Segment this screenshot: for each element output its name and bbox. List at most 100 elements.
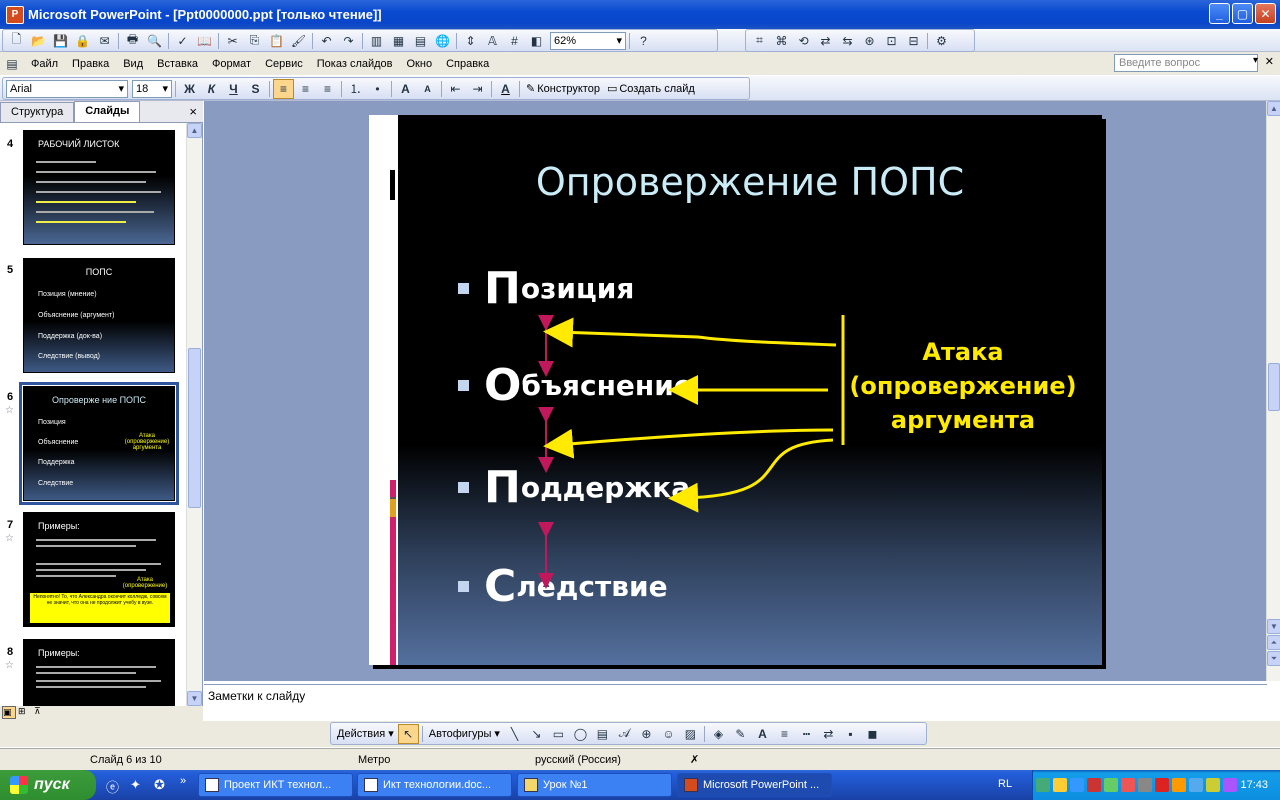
tray-icon[interactable] — [1172, 778, 1186, 792]
new-slide-button[interactable]: ▭ Создать слайд — [604, 82, 698, 96]
insert-chart-icon[interactable]: ▥ — [366, 31, 387, 51]
task-lesson-folder[interactable]: Урок №1 — [517, 773, 672, 797]
scroll-up-icon[interactable]: ▲ — [1267, 101, 1280, 116]
spelling-icon[interactable]: ✓ — [172, 31, 193, 51]
dash-style-icon[interactable]: ┅ — [796, 724, 817, 744]
pane-scrollbar[interactable]: ▲ ▼ — [186, 123, 202, 706]
paste-icon[interactable]: 📋 — [266, 31, 287, 51]
tray-icon[interactable] — [1206, 778, 1220, 792]
tab-outline[interactable]: Структура — [0, 102, 75, 122]
format-painter-icon[interactable]: 🖌 — [288, 31, 309, 51]
email-icon[interactable]: ✉ — [94, 31, 115, 51]
help-search-input[interactable]: Введите вопрос — [1114, 54, 1258, 72]
main-scrollbar[interactable]: ▲ ▼ ⏶ ⏷ — [1266, 101, 1280, 681]
textbox-icon[interactable]: ▤ — [592, 724, 613, 744]
menu-tools[interactable]: Сервис — [258, 58, 310, 70]
bold-button[interactable]: Ж — [179, 79, 200, 99]
oval-icon[interactable]: ◯ — [570, 724, 591, 744]
tray-icon[interactable] — [1104, 778, 1118, 792]
shape-tool-8-icon[interactable]: ⊟ — [903, 31, 924, 51]
save-icon[interactable]: 💾 — [50, 31, 71, 51]
maximize-button[interactable]: ▢ — [1232, 3, 1253, 24]
tray-icon[interactable] — [1121, 778, 1135, 792]
font-select[interactable]: Arial ▾ — [6, 79, 128, 98]
menu-format[interactable]: Формат — [205, 58, 258, 70]
ie-icon[interactable]: ⓔ — [106, 777, 119, 796]
quicklaunch-expand-icon[interactable]: » — [180, 775, 186, 787]
menu-file[interactable]: Файл — [24, 58, 65, 70]
align-right-icon[interactable]: ≡ — [317, 79, 338, 99]
clock[interactable]: 17:43 — [1240, 779, 1268, 791]
autoshapes-menu[interactable]: Автофигуры ▾ — [426, 727, 503, 740]
slide-thumbnail-4[interactable]: РАБОЧИЙ ЛИСТОК — [23, 130, 175, 245]
open-icon[interactable]: 📂 — [28, 31, 49, 51]
help-dropdown-icon[interactable]: ▾ — [1253, 55, 1258, 66]
3d-style-icon[interactable]: ◼ — [862, 724, 883, 744]
shape-tool-5-icon[interactable]: ⇆ — [837, 31, 858, 51]
permission-icon[interactable]: 🔒 — [72, 31, 93, 51]
slide-thumbnail-7[interactable]: Примеры: Атака (опровержение) Непонятно!… — [23, 512, 175, 627]
shadow-button[interactable]: S — [245, 79, 266, 99]
font-size-select[interactable]: 18 ▾ — [132, 79, 172, 98]
menu-edit[interactable]: Правка — [65, 58, 116, 70]
new-icon[interactable]: 🗋 — [6, 31, 27, 51]
fill-color-icon[interactable]: ◈ — [708, 724, 729, 744]
task-ikt-project[interactable]: Проект ИКТ технол... — [198, 773, 353, 797]
task-ikt-doc[interactable]: Икт технологии.doc... — [357, 773, 512, 797]
shape-tool-6-icon[interactable]: ⊛ — [859, 31, 880, 51]
minimize-button[interactable]: _ — [1209, 3, 1230, 24]
italic-button[interactable]: К — [201, 79, 222, 99]
picture-icon[interactable]: ▨ — [680, 724, 701, 744]
slide-sorter-icon[interactable]: ⊞ — [18, 706, 32, 719]
tray-icon[interactable] — [1070, 778, 1084, 792]
research-icon[interactable]: 📖 — [194, 31, 215, 51]
insert-hyperlink-icon[interactable]: 🌐 — [432, 31, 453, 51]
scroll-thumb[interactable] — [1268, 363, 1280, 411]
shape-tool-3-icon[interactable]: ⟲ — [793, 31, 814, 51]
powerpoint-icon[interactable]: P — [6, 5, 24, 24]
menu-window[interactable]: Окно — [400, 58, 440, 70]
slide-thumbnail-5[interactable]: ПОПС Позиция (мнение) Объяснение (аргуме… — [23, 258, 175, 373]
shape-tool-1-icon[interactable]: ⌗ — [749, 31, 770, 51]
tray-icon[interactable] — [1223, 778, 1237, 792]
print-preview-icon[interactable]: 🔍 — [144, 31, 165, 51]
zoom-select[interactable]: 62% ▾ — [550, 31, 626, 50]
show-formatting-icon[interactable]: 𝔸 — [482, 31, 503, 51]
tray-icon[interactable] — [1155, 778, 1169, 792]
align-left-icon[interactable]: ≡ — [273, 78, 294, 99]
copy-icon[interactable]: ⎘ — [244, 31, 265, 51]
tray-icon[interactable] — [1053, 778, 1067, 792]
tray-icon[interactable] — [1138, 778, 1152, 792]
line-icon[interactable]: ╲ — [504, 724, 525, 744]
menu-help[interactable]: Справка — [439, 58, 496, 70]
help-icon[interactable]: ? — [633, 31, 654, 51]
task-powerpoint[interactable]: Microsoft PowerPoint ... — [677, 773, 832, 797]
shape-tool-2-icon[interactable]: ⌘ — [771, 31, 792, 51]
increase-indent-icon[interactable]: ⇥ — [467, 79, 488, 99]
grow-font-button[interactable]: A — [395, 79, 416, 99]
underline-button[interactable]: Ч — [223, 79, 244, 99]
quicklaunch-icon[interactable]: ✪ — [154, 777, 165, 793]
start-button[interactable]: пуск — [0, 770, 96, 800]
clipart-icon[interactable]: ☺ — [658, 724, 679, 744]
menu-view[interactable]: Вид — [116, 58, 150, 70]
bullet-list-icon[interactable]: • — [367, 79, 388, 99]
shape-tool-4-icon[interactable]: ⇄ — [815, 31, 836, 51]
slide-thumbnail-6[interactable]: Опроверже ние ПОПС Позиция Объяснение По… — [19, 382, 179, 505]
close-button[interactable]: ✕ — [1255, 3, 1276, 24]
show-grid-icon[interactable]: # — [504, 31, 525, 51]
shape-tool-9-icon[interactable]: ⚙ — [931, 31, 952, 51]
expand-all-icon[interactable]: ⇕ — [460, 31, 481, 51]
scroll-down-icon[interactable]: ▼ — [1267, 619, 1280, 634]
line-style-icon[interactable]: ≡ — [774, 724, 795, 744]
close-document-icon[interactable]: ✕ — [1265, 55, 1274, 68]
font-color-icon[interactable]: A — [752, 724, 773, 744]
language-indicator[interactable]: RL — [998, 778, 1012, 790]
font-color-button[interactable]: A — [495, 79, 516, 99]
insert-table-icon[interactable]: ▦ — [388, 31, 409, 51]
normal-view-icon[interactable]: ▣ — [2, 706, 16, 719]
tray-icon[interactable] — [1087, 778, 1101, 792]
notes-pane[interactable]: Заметки к слайду — [204, 684, 1267, 720]
shrink-font-button[interactable]: A — [417, 79, 438, 99]
menu-insert[interactable]: Вставка — [150, 58, 205, 70]
